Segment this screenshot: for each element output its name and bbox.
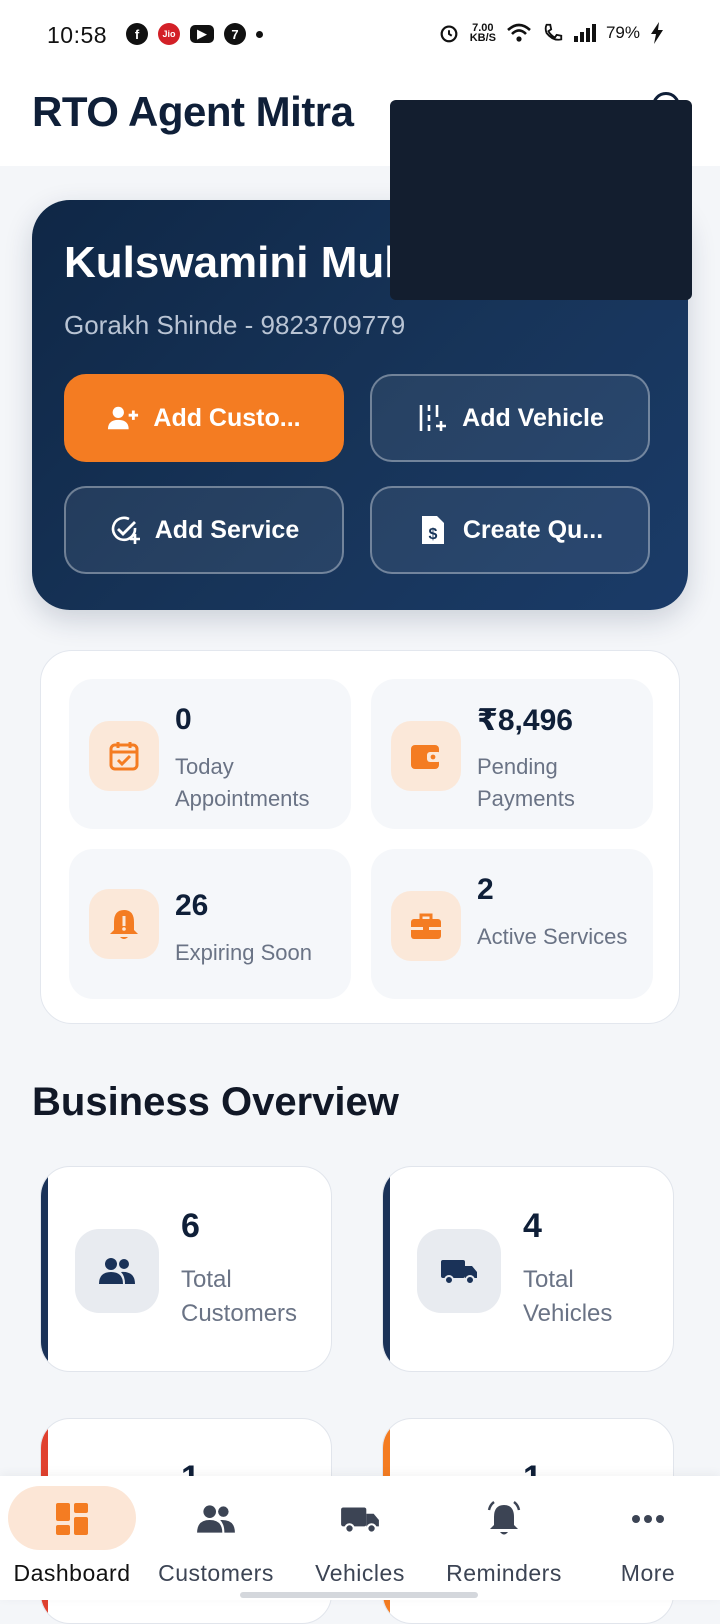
nav-more[interactable]: More <box>576 1476 720 1600</box>
add-customer-label: Add Custo... <box>153 403 301 432</box>
gesture-home-bar[interactable] <box>240 1592 478 1598</box>
truck-icon <box>417 1229 501 1313</box>
add-service-icon <box>109 514 141 546</box>
card-accent <box>41 1167 48 1371</box>
briefcase-icon <box>391 891 461 961</box>
network-speed-unit: KB/S <box>469 32 496 44</box>
settings-badge-icon: 7 <box>224 23 246 45</box>
add-vehicle-icon <box>416 402 448 434</box>
notification-icons: f Jio ▶ 7 <box>126 23 263 45</box>
call-icon <box>544 23 563 41</box>
system-icons: 7.00 KB/S 79% <box>438 22 664 44</box>
nav-label: Dashboard <box>13 1560 131 1586</box>
status-bar: 10:58 f Jio ▶ 7 7.00 KB/S 79% <box>0 0 720 72</box>
nav-label: More <box>620 1560 676 1586</box>
redacted-overlay <box>390 100 692 300</box>
add-vehicle-button[interactable]: Add Vehicle <box>370 374 650 462</box>
network-speed: 7.00 KB/S <box>469 23 496 44</box>
nav-label: Vehicles <box>315 1560 405 1586</box>
card-accent <box>383 1167 390 1371</box>
youtube-icon: ▶ <box>190 25 214 43</box>
stat-value: 26 <box>175 889 209 922</box>
status-time: 10:58 <box>47 22 108 48</box>
create-quotation-label: Create Qu... <box>462 515 604 544</box>
nav-reminders[interactable]: Reminders <box>432 1476 576 1600</box>
stat-active-services[interactable]: 2 Active Services <box>371 849 653 999</box>
facebook-icon: f <box>126 23 148 45</box>
stat-label: Today Appointments <box>175 754 310 811</box>
nav-label: Reminders <box>446 1560 562 1586</box>
more-dots-icon <box>627 1498 669 1540</box>
calendar-check-icon <box>89 721 159 791</box>
svg-text:$: $ <box>428 526 437 543</box>
overview-label: Total Customers <box>181 1266 298 1327</box>
stat-value: 0 <box>175 703 192 736</box>
add-customer-button[interactable]: Add Custo... <box>64 374 344 462</box>
add-service-button[interactable]: Add Service <box>64 486 344 574</box>
overview-total-vehicles[interactable]: 4 Total Vehicles <box>382 1166 674 1372</box>
wifi-icon <box>507 23 531 42</box>
section-title: Business Overview <box>32 1080 399 1124</box>
alarm-icon <box>440 25 458 43</box>
stat-pending-payments[interactable]: ₹8,496 Pending Payments <box>371 679 653 829</box>
customers-icon <box>75 1229 159 1313</box>
dashboard-icon <box>51 1498 93 1540</box>
quick-stats-card: 0 Today Appointments ₹8,496 Pending Paym… <box>40 650 680 1024</box>
stat-label: Pending Payments <box>477 754 575 811</box>
bottom-navigation: Dashboard Customers Vehicles Reminders M… <box>0 1476 720 1600</box>
app-title: RTO Agent Mitra <box>32 88 354 135</box>
wallet-icon <box>391 721 461 791</box>
jio-icon: Jio <box>158 23 180 45</box>
bell-alert-icon <box>89 889 159 959</box>
more-notifications-dot-icon <box>256 30 263 38</box>
overview-total-customers[interactable]: 6 Total Customers <box>40 1166 332 1372</box>
business-contact: Gorakh Shinde - 9823709779 <box>64 310 406 340</box>
create-quotation-button[interactable]: $ Create Qu... <box>370 486 650 574</box>
overview-value: 4 <box>523 1207 542 1245</box>
stat-value: ₹8,496 <box>477 704 573 737</box>
overview-value: 6 <box>181 1207 200 1245</box>
add-person-icon <box>107 402 139 434</box>
stat-today-appointments[interactable]: 0 Today Appointments <box>69 679 351 829</box>
add-vehicle-label: Add Vehicle <box>462 403 604 432</box>
signal-icon <box>573 24 596 42</box>
customers-icon <box>195 1498 237 1540</box>
quotation-icon: $ <box>417 514 449 546</box>
truck-icon <box>339 1498 381 1540</box>
nav-label: Customers <box>158 1560 274 1586</box>
overview-label: Total Vehicles <box>523 1266 613 1327</box>
nav-vehicles[interactable]: Vehicles <box>288 1476 432 1600</box>
stat-value: 2 <box>477 873 494 906</box>
nav-customers[interactable]: Customers <box>144 1476 288 1600</box>
stat-label: Active Services <box>477 924 628 949</box>
charging-icon <box>651 22 663 44</box>
stat-expiring-soon[interactable]: 26 Expiring Soon <box>69 849 351 999</box>
add-service-label: Add Service <box>154 515 300 544</box>
stat-label: Expiring Soon <box>175 940 312 965</box>
nav-dashboard[interactable]: Dashboard <box>0 1476 144 1600</box>
bell-ring-icon <box>483 1498 525 1540</box>
battery-level: 79% <box>605 23 640 42</box>
